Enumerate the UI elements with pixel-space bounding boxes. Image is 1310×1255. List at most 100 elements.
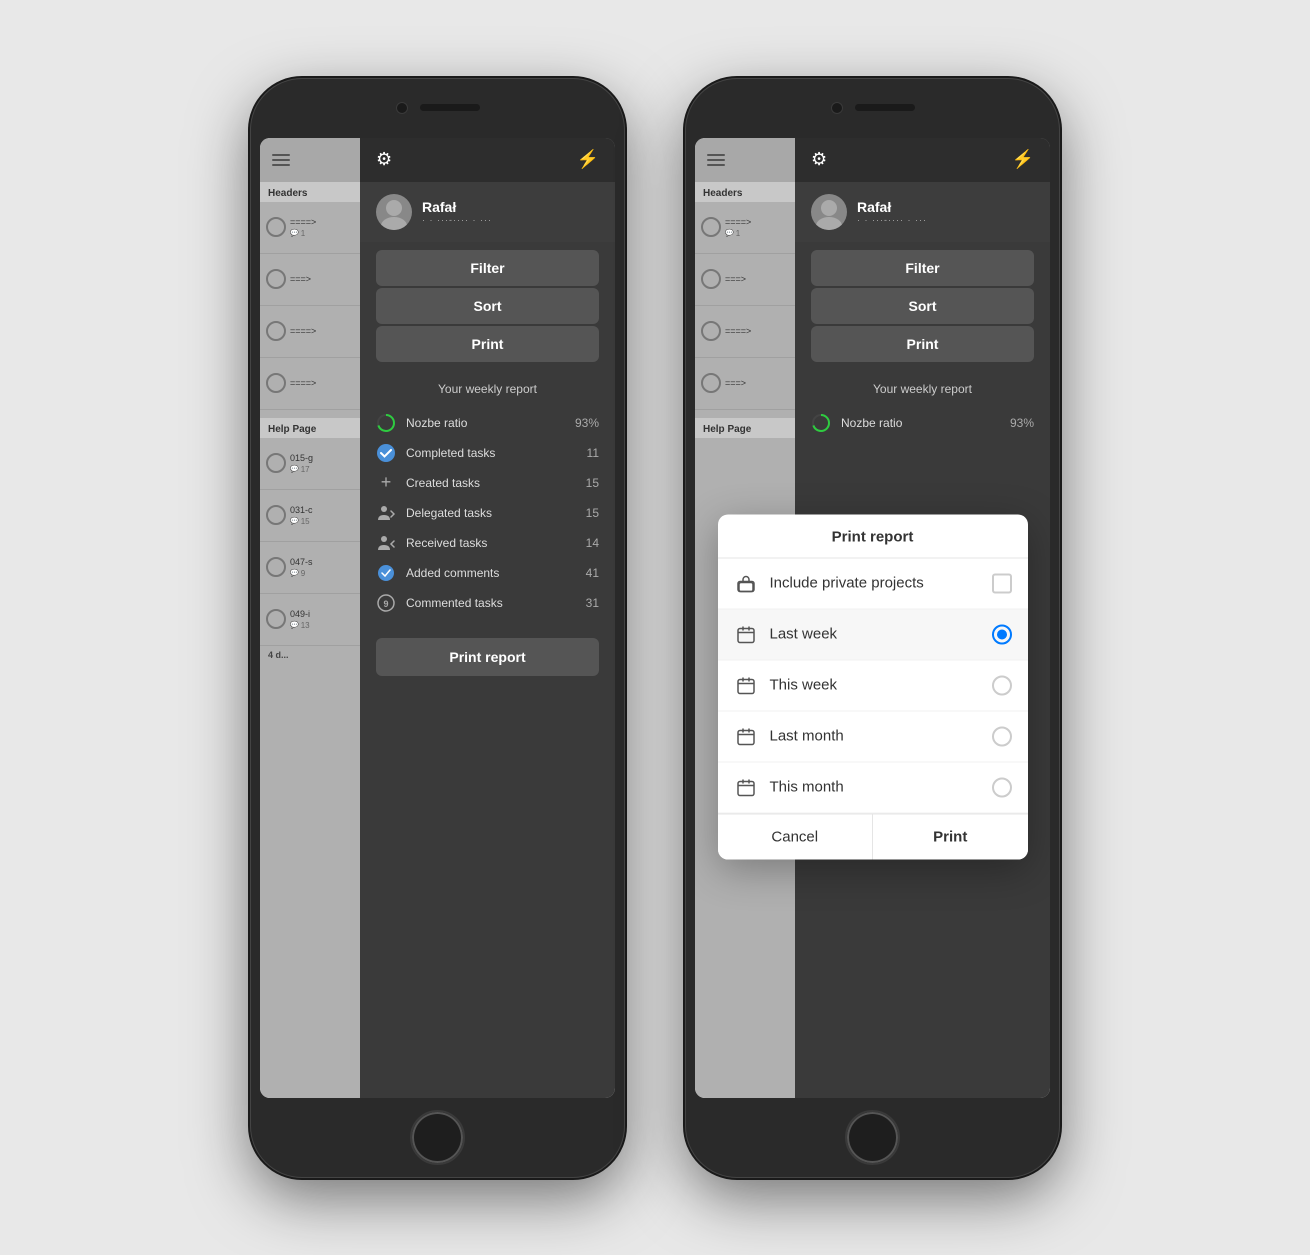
sort-button-1[interactable]: Sort — [376, 288, 599, 324]
phone-2-screen: Headers ====> 💬 1 — [695, 138, 1050, 1098]
bottom-comment-3: 💬 — [290, 569, 299, 577]
phone-1-sidebar: Headers ====> 💬 1 — [260, 138, 360, 1098]
phone-2-home-btn[interactable] — [845, 1110, 900, 1165]
help-page-label: Help Page — [260, 418, 360, 438]
completed-icon — [376, 443, 396, 463]
dialog-title: Print report — [718, 514, 1028, 558]
commented-label: Commented tasks — [406, 596, 576, 610]
completed-count: 11 — [587, 446, 599, 460]
sidebar-item-4[interactable]: ====> — [260, 358, 360, 410]
sidebar-item-2[interactable]: ===> — [260, 254, 360, 306]
phone-1-camera — [396, 102, 408, 114]
created-count: 15 — [586, 476, 599, 490]
dialog-row-this-month[interactable]: This month — [718, 762, 1028, 813]
bottom-radio-1[interactable] — [266, 453, 286, 473]
bottom-title-4: 049-i — [290, 609, 354, 619]
item-title-3: ====> — [290, 326, 354, 336]
bottom-radio-2[interactable] — [266, 505, 286, 525]
created-icon: + — [376, 473, 396, 493]
created-label: Created tasks — [406, 476, 576, 490]
bottom-content-1: 015-g 💬 17 — [290, 453, 354, 474]
this-week-radio[interactable] — [992, 675, 1012, 695]
item-content-3: ====> — [290, 326, 354, 336]
nozbe-ratio-count: 93% — [575, 416, 599, 430]
phone-1-bottom — [250, 1098, 625, 1178]
this-month-icon — [734, 775, 758, 799]
hamburger-line-2 — [272, 159, 290, 161]
last-week-icon — [734, 622, 758, 646]
bottom-meta-1: 💬 17 — [290, 465, 354, 474]
phone-1-sidebar-header — [260, 138, 360, 182]
comment-icon-1: 💬 — [290, 229, 299, 237]
hamburger-icon[interactable] — [272, 154, 290, 166]
item-radio-2[interactable] — [266, 269, 286, 289]
bottom-count-1: 17 — [301, 465, 310, 474]
bottom-title-3: 047-s — [290, 557, 354, 567]
phone-2: Headers ====> 💬 1 — [685, 78, 1060, 1178]
comments-label: Added comments — [406, 566, 576, 580]
hamburger-line-3 — [272, 164, 290, 166]
bottom-item-2[interactable]: 031-c 💬 15 — [260, 490, 360, 542]
bottom-radio-4[interactable] — [266, 609, 286, 629]
last-month-icon — [734, 724, 758, 748]
report-commented: 9 Commented tasks 31 — [376, 588, 599, 618]
phone-1-notch — [250, 78, 625, 138]
lightning-icon-1[interactable]: ⚡ — [577, 149, 599, 170]
filter-button-1[interactable]: Filter — [376, 250, 599, 286]
bottom-count-3: 9 — [301, 569, 305, 578]
phone-1: Headers ====> 💬 1 — [250, 78, 625, 1178]
bottom-content-2: 031-c 💬 15 — [290, 505, 354, 526]
dialog-print-button[interactable]: Print — [873, 814, 1028, 859]
item-count-1: 1 — [301, 229, 305, 238]
this-month-label: This month — [770, 779, 980, 796]
headers-label: Headers — [260, 182, 360, 202]
include-private-checkbox[interactable] — [992, 573, 1012, 593]
dialog-cancel-button[interactable]: Cancel — [718, 814, 874, 859]
last-month-radio[interactable] — [992, 726, 1012, 746]
phone-1-bottom-items: 015-g 💬 17 031-c — [260, 438, 360, 646]
last-week-radio[interactable] — [992, 624, 1012, 644]
user-email-1: · · ···-···· · ··· — [422, 215, 492, 225]
report-created: + Created tasks 15 — [376, 468, 599, 498]
received-label: Received tasks — [406, 536, 576, 550]
sidebar-item-3[interactable]: ====> — [260, 306, 360, 358]
dialog-row-this-week[interactable]: This week — [718, 660, 1028, 711]
this-week-icon — [734, 673, 758, 697]
bottom-content-4: 049-i 💬 13 — [290, 609, 354, 630]
print-button-1[interactable]: Print — [376, 326, 599, 362]
last-month-label: Last month — [770, 728, 980, 745]
report-title-1: Your weekly report — [376, 382, 599, 396]
delegated-label: Delegated tasks — [406, 506, 576, 520]
dialog-row-last-month[interactable]: Last month — [718, 711, 1028, 762]
print-report-dialog: Print report Include private projects — [718, 514, 1028, 859]
bottom-item-1[interactable]: 015-g 💬 17 — [260, 438, 360, 490]
hamburger-line-1 — [272, 154, 290, 156]
gear-icon-1[interactable]: ⚙ — [376, 149, 392, 170]
phone-1-speaker — [420, 104, 480, 111]
item-radio-1[interactable] — [266, 217, 286, 237]
private-icon — [734, 571, 758, 595]
item-radio-4[interactable] — [266, 373, 286, 393]
sidebar-item-1[interactable]: ====> 💬 1 — [260, 202, 360, 254]
phone-2-notch — [685, 78, 1060, 138]
received-count: 14 — [586, 536, 599, 550]
phone-1-home-btn[interactable] — [410, 1110, 465, 1165]
phone-2-speaker — [855, 104, 915, 111]
bottom-radio-3[interactable] — [266, 557, 286, 577]
this-month-radio[interactable] — [992, 777, 1012, 797]
print-report-button-1[interactable]: Print report — [376, 638, 599, 676]
phone-1-main: ⚙ ⚡ Rafał · · ···-···· · ··· Filter — [360, 138, 615, 1098]
bottom-item-4[interactable]: 049-i 💬 13 — [260, 594, 360, 646]
item-title-2: ===> — [290, 274, 354, 284]
received-icon — [376, 533, 396, 553]
plus-symbol: + — [381, 472, 392, 493]
user-info-1: Rafał · · ···-···· · ··· — [422, 199, 492, 225]
item-meta-1: 💬 1 — [290, 229, 354, 238]
item-radio-3[interactable] — [266, 321, 286, 341]
commented-count: 31 — [586, 596, 599, 610]
dialog-row-private[interactable]: Include private projects — [718, 558, 1028, 609]
dialog-row-last-week[interactable]: Last week — [718, 609, 1028, 660]
item-title-1: ====> — [290, 217, 354, 227]
bottom-item-3[interactable]: 047-s 💬 9 — [260, 542, 360, 594]
sidebar-help-section: Help Page 015-g 💬 17 — [260, 418, 360, 664]
